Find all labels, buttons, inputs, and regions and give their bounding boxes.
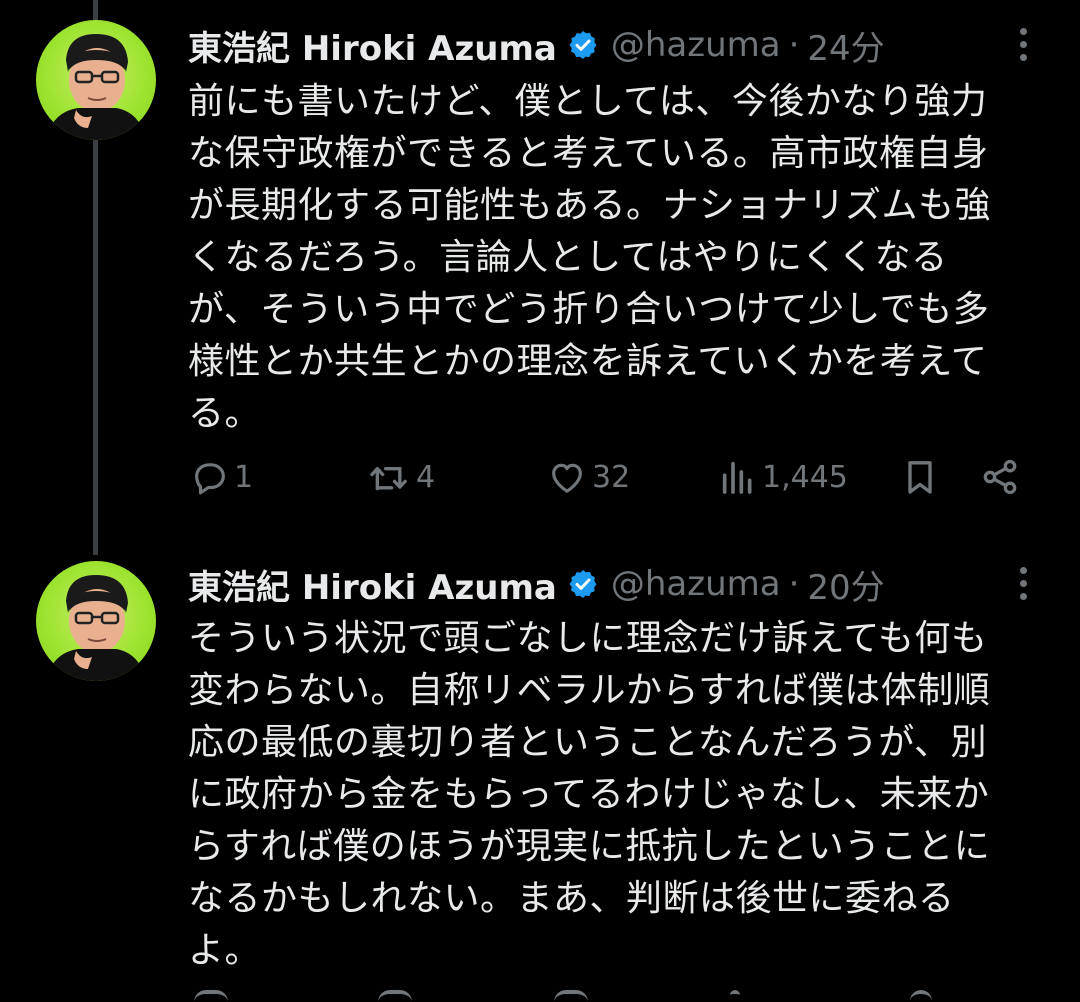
share-button[interactable] [980, 452, 1020, 502]
reply-icon [195, 463, 225, 495]
more-vertical-icon[interactable] [1020, 567, 1028, 607]
verified-badge-icon [567, 29, 599, 61]
views-button[interactable]: 1,445 [718, 452, 848, 502]
verified-badge-icon [567, 568, 599, 600]
repost-button[interactable]: 4 [366, 452, 435, 502]
bookmark-icon [908, 461, 932, 494]
tweet-header: 東浩紀 Hiroki Azuma @hazuma · 20分 [188, 559, 885, 609]
tweet[interactable]: 東浩紀 Hiroki Azuma @hazuma · 20分 そういう状況で頭ご… [0, 555, 1080, 1002]
tweet[interactable]: 東浩紀 Hiroki Azuma @hazuma · 24分 前にも書いたけど、… [0, 0, 1080, 555]
tweet-actions-partial [188, 990, 1028, 1002]
avatar[interactable] [36, 20, 156, 140]
display-name[interactable]: 東浩紀 Hiroki Azuma [188, 560, 557, 609]
tweet-actions: 1 4 32 1,445 [188, 452, 1028, 502]
user-handle[interactable]: @hazuma [611, 564, 781, 604]
avatar[interactable] [36, 561, 156, 681]
like-count: 32 [592, 459, 631, 495]
tweet-text: 前にも書いたけど、僕としては、今後かなり強力 な保守政権ができると考えている。高… [188, 81, 992, 434]
more-vertical-icon[interactable] [1020, 28, 1028, 68]
separator-dot: · [788, 564, 800, 604]
repost-count: 4 [416, 459, 436, 495]
like-button[interactable]: 32 [546, 452, 630, 502]
tweet-text: そういう状況で頭ごなしに理念だけ訴えても何も 変わらない。自称リベラルからすれば… [188, 618, 991, 971]
tweet-header: 東浩紀 Hiroki Azuma @hazuma · 24分 [188, 20, 885, 70]
display-name[interactable]: 東浩紀 Hiroki Azuma [188, 21, 557, 70]
avatar-portrait-icon [46, 575, 146, 681]
views-icon [722, 461, 752, 494]
timestamp[interactable]: 24分 [807, 21, 884, 70]
separator-dot: · [788, 25, 800, 65]
user-handle[interactable]: @hazuma [611, 25, 781, 65]
views-count: 1,445 [762, 459, 848, 495]
timestamp[interactable]: 20分 [807, 560, 884, 609]
share-icon [983, 459, 1017, 495]
avatar-portrait-icon [46, 34, 146, 140]
repost-icon [370, 467, 407, 491]
reply-count: 1 [234, 459, 254, 495]
heart-icon [552, 463, 582, 493]
reply-button[interactable]: 1 [190, 452, 253, 502]
bookmark-button[interactable] [900, 452, 940, 502]
